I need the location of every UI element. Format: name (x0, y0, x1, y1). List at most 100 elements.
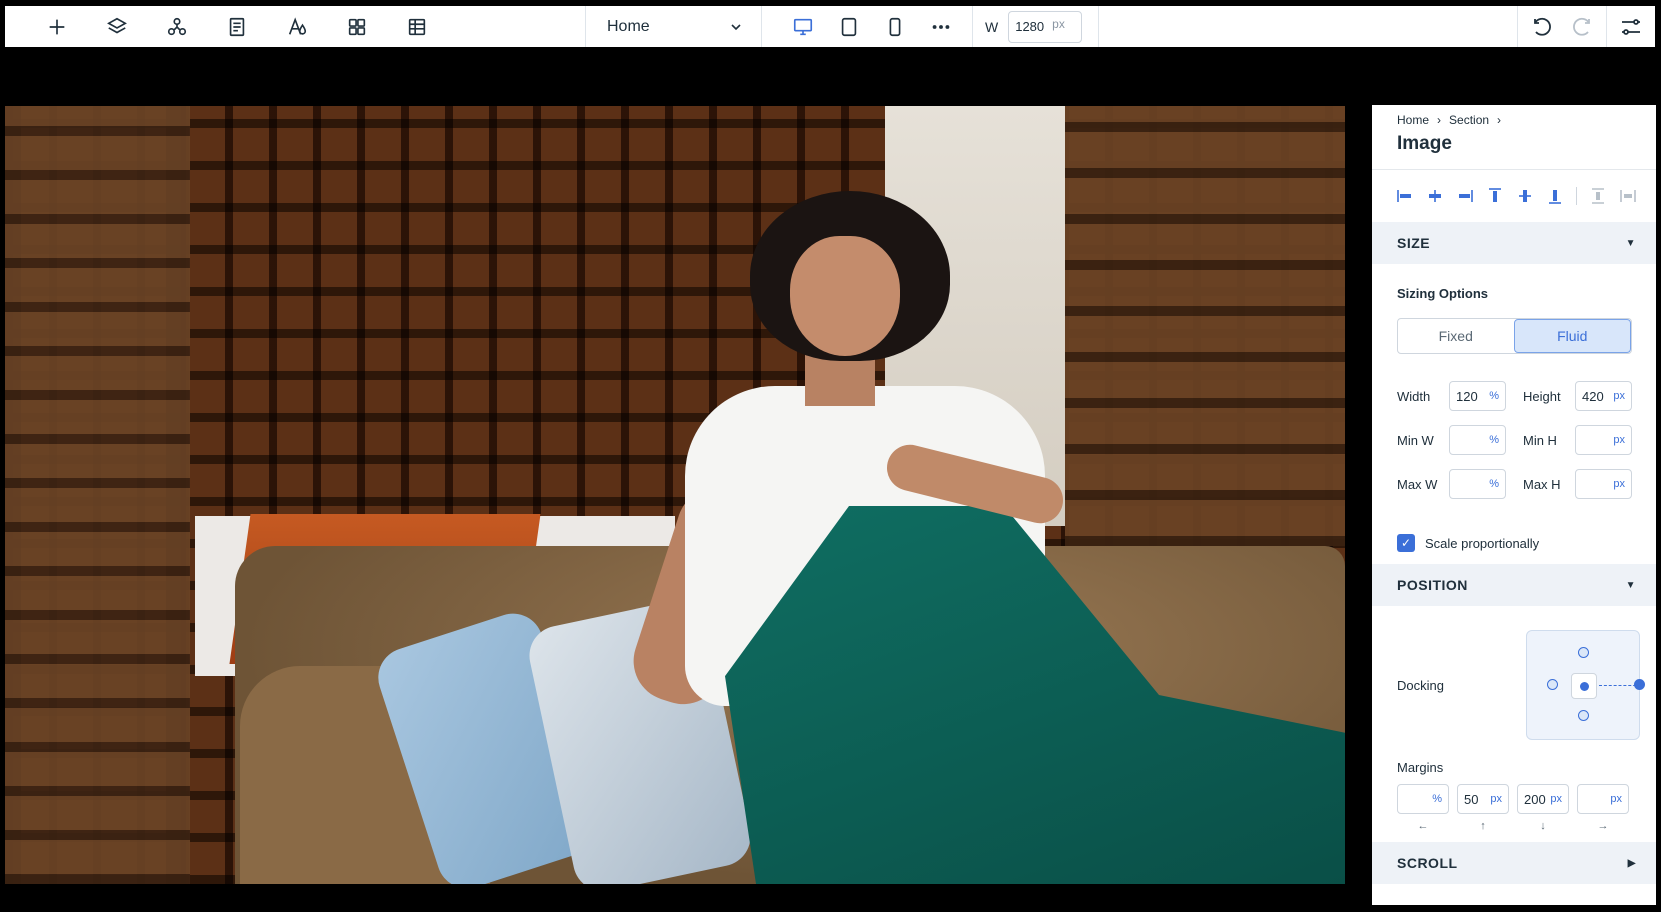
max-height-label: Max H (1523, 476, 1561, 492)
size-section-label: SIZE (1397, 235, 1431, 251)
theme-icon[interactable] (267, 6, 327, 47)
chevron-right-icon: › (1497, 113, 1502, 127)
align-center-horizontal-icon[interactable] (1426, 187, 1444, 205)
min-height-field[interactable]: px (1575, 425, 1632, 455)
max-width-label: Max W (1397, 476, 1438, 492)
chevron-right-icon: › (1437, 113, 1442, 127)
arrow-down-icon: ↓ (1540, 820, 1546, 832)
align-middle-icon[interactable] (1516, 187, 1534, 205)
canvas-width-unit: px (1052, 16, 1065, 31)
breadcrumb-home[interactable]: Home (1397, 113, 1429, 127)
sizing-fluid-option[interactable]: Fluid (1513, 319, 1631, 353)
inspector-panel: Home › Section › Image SIZE ▼ Sizing Opt… (1372, 105, 1656, 905)
margin-bottom-field[interactable]: 200 px (1517, 784, 1569, 814)
components-icon[interactable] (147, 6, 207, 47)
pages-icon[interactable] (207, 6, 267, 47)
more-icon[interactable] (918, 6, 964, 47)
min-height-unit: px (1613, 434, 1625, 446)
desktop-icon[interactable] (780, 6, 826, 47)
breadcrumb-section[interactable]: Section (1449, 113, 1489, 127)
page-selector-label: Home (607, 17, 650, 35)
dock-center-dot (1579, 681, 1589, 691)
settings-icon[interactable] (1607, 6, 1655, 47)
arrow-left-icon: ← (1417, 820, 1429, 832)
table-icon[interactable] (387, 6, 447, 47)
height-field-label: Height (1523, 388, 1561, 404)
photo-woman-on-sofa (5, 106, 1345, 884)
dock-top-dot[interactable] (1578, 647, 1589, 658)
device-switcher (762, 6, 972, 47)
min-width-unit: % (1489, 434, 1499, 446)
position-section-label: POSITION (1397, 577, 1468, 593)
max-width-unit: % (1489, 478, 1499, 490)
distribute-vertical-icon[interactable] (1589, 187, 1607, 205)
alignment-toolbar (1372, 170, 1656, 222)
dock-left-dot[interactable] (1547, 679, 1558, 690)
size-fields: Width 120 % Height 420 px Min W % Min H … (1372, 354, 1656, 506)
expand-triangle-icon: ▶ (1627, 857, 1636, 869)
max-height-field[interactable]: px (1575, 469, 1632, 499)
undo-icon[interactable] (1530, 15, 1554, 39)
align-bottom-icon[interactable] (1546, 187, 1564, 205)
layers-icon[interactable] (87, 6, 147, 47)
align-top-icon[interactable] (1486, 187, 1504, 205)
scroll-section-label: SCROLL (1397, 855, 1458, 871)
margins-label: Margins (1397, 760, 1444, 775)
arrow-up-icon: ↑ (1480, 820, 1486, 832)
width-field-unit: % (1489, 390, 1499, 402)
align-left-icon[interactable] (1396, 187, 1414, 205)
size-section-header[interactable]: SIZE ▼ (1372, 222, 1656, 264)
min-width-label: Min W (1397, 432, 1434, 448)
max-height-unit: px (1613, 478, 1625, 490)
redo-icon[interactable] (1570, 15, 1594, 39)
toolbar-tools (5, 6, 585, 47)
margin-bottom-value: 200 (1524, 791, 1546, 807)
scroll-section-header[interactable]: SCROLL ▶ (1372, 842, 1656, 884)
arrow-right-icon: → (1597, 820, 1609, 832)
photo-face (790, 236, 900, 356)
scale-proportionally-checkbox[interactable]: ✓ (1397, 534, 1415, 552)
history-controls (1518, 6, 1606, 47)
margin-top-value: 50 (1464, 791, 1479, 807)
docking-control[interactable] (1526, 630, 1645, 740)
margin-top-field[interactable]: 50 px (1457, 784, 1509, 814)
width-field[interactable]: 120 % (1449, 381, 1506, 411)
sizing-options-label: Sizing Options (1397, 286, 1488, 301)
margin-left-unit: % (1432, 793, 1442, 805)
width-label: W (985, 18, 999, 35)
min-height-label: Min H (1523, 432, 1557, 448)
page-selector[interactable]: Home (586, 6, 761, 47)
tablet-icon[interactable] (826, 6, 872, 47)
distribute-horizontal-icon[interactable] (1619, 187, 1637, 205)
align-right-icon[interactable] (1456, 187, 1474, 205)
photo-lattice-left (5, 106, 190, 884)
photo-lattice-right (1065, 106, 1345, 546)
canvas-image[interactable] (5, 106, 1345, 884)
size-row-min: Min W % Min H px (1397, 418, 1656, 462)
add-icon[interactable] (27, 6, 87, 47)
canvas-width-control: W 1280 px (973, 6, 1098, 47)
canvas-width-input[interactable]: 1280 px (1008, 10, 1083, 43)
margin-left-field[interactable]: % (1397, 784, 1449, 814)
size-row-max: Max W % Max H px (1397, 462, 1656, 506)
margin-fields: % 50 px 200 px px (1372, 780, 1656, 814)
dock-center[interactable] (1571, 673, 1597, 699)
height-field-unit: px (1613, 390, 1625, 402)
margin-bottom-unit: px (1550, 793, 1562, 805)
size-row-main: Width 120 % Height 420 px (1397, 374, 1656, 418)
canvas-width-value: 1280 (1015, 19, 1045, 34)
height-field[interactable]: 420 px (1575, 381, 1632, 411)
height-field-value: 420 (1582, 388, 1604, 404)
scale-proportionally-row: ✓ Scale proportionally (1372, 506, 1656, 564)
dock-bottom-dot[interactable] (1578, 710, 1589, 721)
apps-icon[interactable] (327, 6, 387, 47)
dock-right-dot[interactable] (1634, 679, 1645, 690)
collapse-triangle-icon: ▼ (1625, 237, 1636, 249)
max-width-field[interactable]: % (1449, 469, 1506, 499)
mobile-icon[interactable] (872, 6, 918, 47)
min-width-field[interactable]: % (1449, 425, 1506, 455)
margin-right-field[interactable]: px (1577, 784, 1629, 814)
sizing-fixed-option[interactable]: Fixed (1398, 319, 1514, 353)
panel-title: Image (1397, 133, 1452, 154)
position-section-header[interactable]: POSITION ▼ (1372, 564, 1656, 606)
